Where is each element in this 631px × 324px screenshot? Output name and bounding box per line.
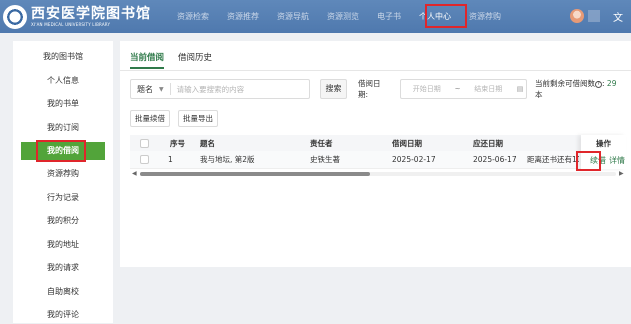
help-icon[interactable]: ?: [595, 80, 602, 88]
borrow-tabs: 当前借阅 借阅历史: [130, 51, 226, 69]
row-seq: 1: [168, 155, 173, 164]
search-bar: 题名 ▼ 请输入要搜索的内容: [130, 79, 310, 99]
row-remaining-days: 距离还书还有11: [527, 155, 579, 164]
table-header: 序号 题名 责任者 借阅日期 应还日期: [130, 135, 626, 151]
sidebar-item-resource-purchase[interactable]: 资源荐购: [21, 165, 105, 183]
user-name-blurred[interactable]: [588, 10, 600, 22]
col-author: 责任者: [310, 138, 333, 148]
nav-personal-center[interactable]: 个人中心: [410, 0, 460, 33]
sidebar-item-my-address[interactable]: 我的地址: [21, 236, 105, 254]
sidebar-item-my-requests[interactable]: 我的请求: [21, 259, 105, 277]
tab-current-borrowing[interactable]: 当前借阅: [130, 51, 165, 69]
nav-resource-purchase[interactable]: 资源荐购: [460, 0, 510, 33]
row-title-link[interactable]: 我与地坛, 第2版: [200, 151, 305, 168]
sidebar-item-my-points[interactable]: 我的积分: [21, 212, 105, 230]
sidebar-item-activity-log[interactable]: 行为记录: [21, 189, 105, 207]
chevron-down-icon: ▼: [159, 85, 164, 93]
col-operation: 操作: [596, 138, 611, 148]
search-field-select[interactable]: 题名 ▼: [131, 84, 170, 95]
sidebar-item-self-checkout[interactable]: 自助离校: [21, 283, 105, 301]
operation-column: 操作 续借 详情: [581, 135, 626, 169]
scroll-thumb[interactable]: [140, 172, 370, 176]
sidebar-item-my-library[interactable]: 我的图书馆: [21, 48, 105, 66]
main-nav: 资源检索 资源推荐 资源导航 资源测览 电子书 个人中心 资源荐购: [168, 0, 510, 33]
end-date-input[interactable]: 结束日期: [463, 84, 515, 94]
search-button[interactable]: 搜索: [320, 79, 347, 99]
row-due-date: 2025-06-17: [473, 155, 517, 164]
sidebar-item-personal-info[interactable]: 个人信息: [21, 72, 105, 90]
nav-resource-guide[interactable]: 资源导航: [268, 0, 318, 33]
renew-link[interactable]: 续借: [590, 151, 606, 169]
range-separator: ~: [454, 85, 461, 93]
start-date-input[interactable]: 开始日期: [401, 84, 453, 94]
logo-subtitle: XI'AN MEDICAL UNIVERSITY LIBRARY: [31, 21, 111, 27]
university-emblem-icon: [3, 5, 27, 29]
language-icon[interactable]: 文: [613, 9, 623, 24]
user-avatar[interactable]: [570, 9, 584, 23]
col-title: 题名: [200, 138, 215, 148]
tab-borrow-history[interactable]: 借阅历史: [178, 51, 212, 69]
batch-export-button[interactable]: 批量导出: [178, 110, 218, 127]
horizontal-scrollbar[interactable]: ◀ ▶: [130, 170, 626, 177]
batch-renew-button[interactable]: 批量续借: [130, 110, 170, 127]
nav-resource-search[interactable]: 资源检索: [168, 0, 218, 33]
borrow-date-label: 借阅日期:: [358, 79, 381, 99]
sidebar-item-my-comments[interactable]: 我的评论: [21, 306, 105, 324]
sidebar-item-my-subscriptions[interactable]: 我的订阅: [21, 119, 105, 137]
calendar-icon: ▤: [516, 85, 524, 93]
nav-resource-recommend[interactable]: 资源推荐: [218, 0, 268, 33]
sidebar: 我的图书馆 个人信息 我的书单 我的订阅 我的借阅 资源荐购 行为记录 我的积分…: [13, 41, 113, 323]
col-borrow-date: 借阅日期: [392, 138, 422, 148]
remaining-borrow-count: 当前剩余可借阅数?: 29 本: [535, 79, 617, 99]
sidebar-item-my-booklist[interactable]: 我的书单: [21, 95, 105, 113]
col-due-date: 应还日期: [473, 138, 503, 148]
search-input[interactable]: 请输入要搜索的内容: [171, 84, 245, 95]
date-range-picker[interactable]: 开始日期 ~ 结束日期 ▤: [400, 79, 527, 99]
sidebar-item-my-borrowing[interactable]: 我的借阅: [21, 142, 105, 160]
top-header: 西安医学院图书馆 XI'AN MEDICAL UNIVERSITY LIBRAR…: [0, 0, 631, 33]
table-row[interactable]: 1 我与地坛, 第2版 史铁生著 2025-02-17 2025-06-17 距…: [130, 151, 626, 169]
remaining-count-value: 29: [606, 79, 617, 88]
detail-link[interactable]: 详情: [609, 151, 625, 169]
nav-resource-browse[interactable]: 资源测览: [318, 0, 368, 33]
borrow-table: 序号 题名 责任者 借阅日期 应还日期 1 我与地坛, 第2版 史铁生著 202…: [130, 135, 626, 183]
row-author: 史铁生著: [310, 155, 340, 164]
scroll-right-arrow-icon[interactable]: ▶: [619, 170, 624, 177]
scroll-left-arrow-icon[interactable]: ◀: [132, 170, 137, 177]
library-logo[interactable]: 西安医学院图书馆 XI'AN MEDICAL UNIVERSITY LIBRAR…: [3, 4, 168, 30]
main-panel: 当前借阅 借阅历史 题名 ▼ 请输入要搜索的内容 搜索 借阅日期: 开始日期 ~…: [120, 41, 631, 267]
row-checkbox[interactable]: [140, 151, 154, 168]
col-seq: 序号: [170, 138, 185, 148]
nav-ebook[interactable]: 电子书: [368, 0, 410, 33]
row-borrow-date: 2025-02-17: [392, 155, 436, 164]
select-all-checkbox[interactable]: [140, 135, 154, 151]
tab-divider: [120, 70, 631, 71]
logo-title: 西安医学院图书馆: [31, 5, 151, 22]
